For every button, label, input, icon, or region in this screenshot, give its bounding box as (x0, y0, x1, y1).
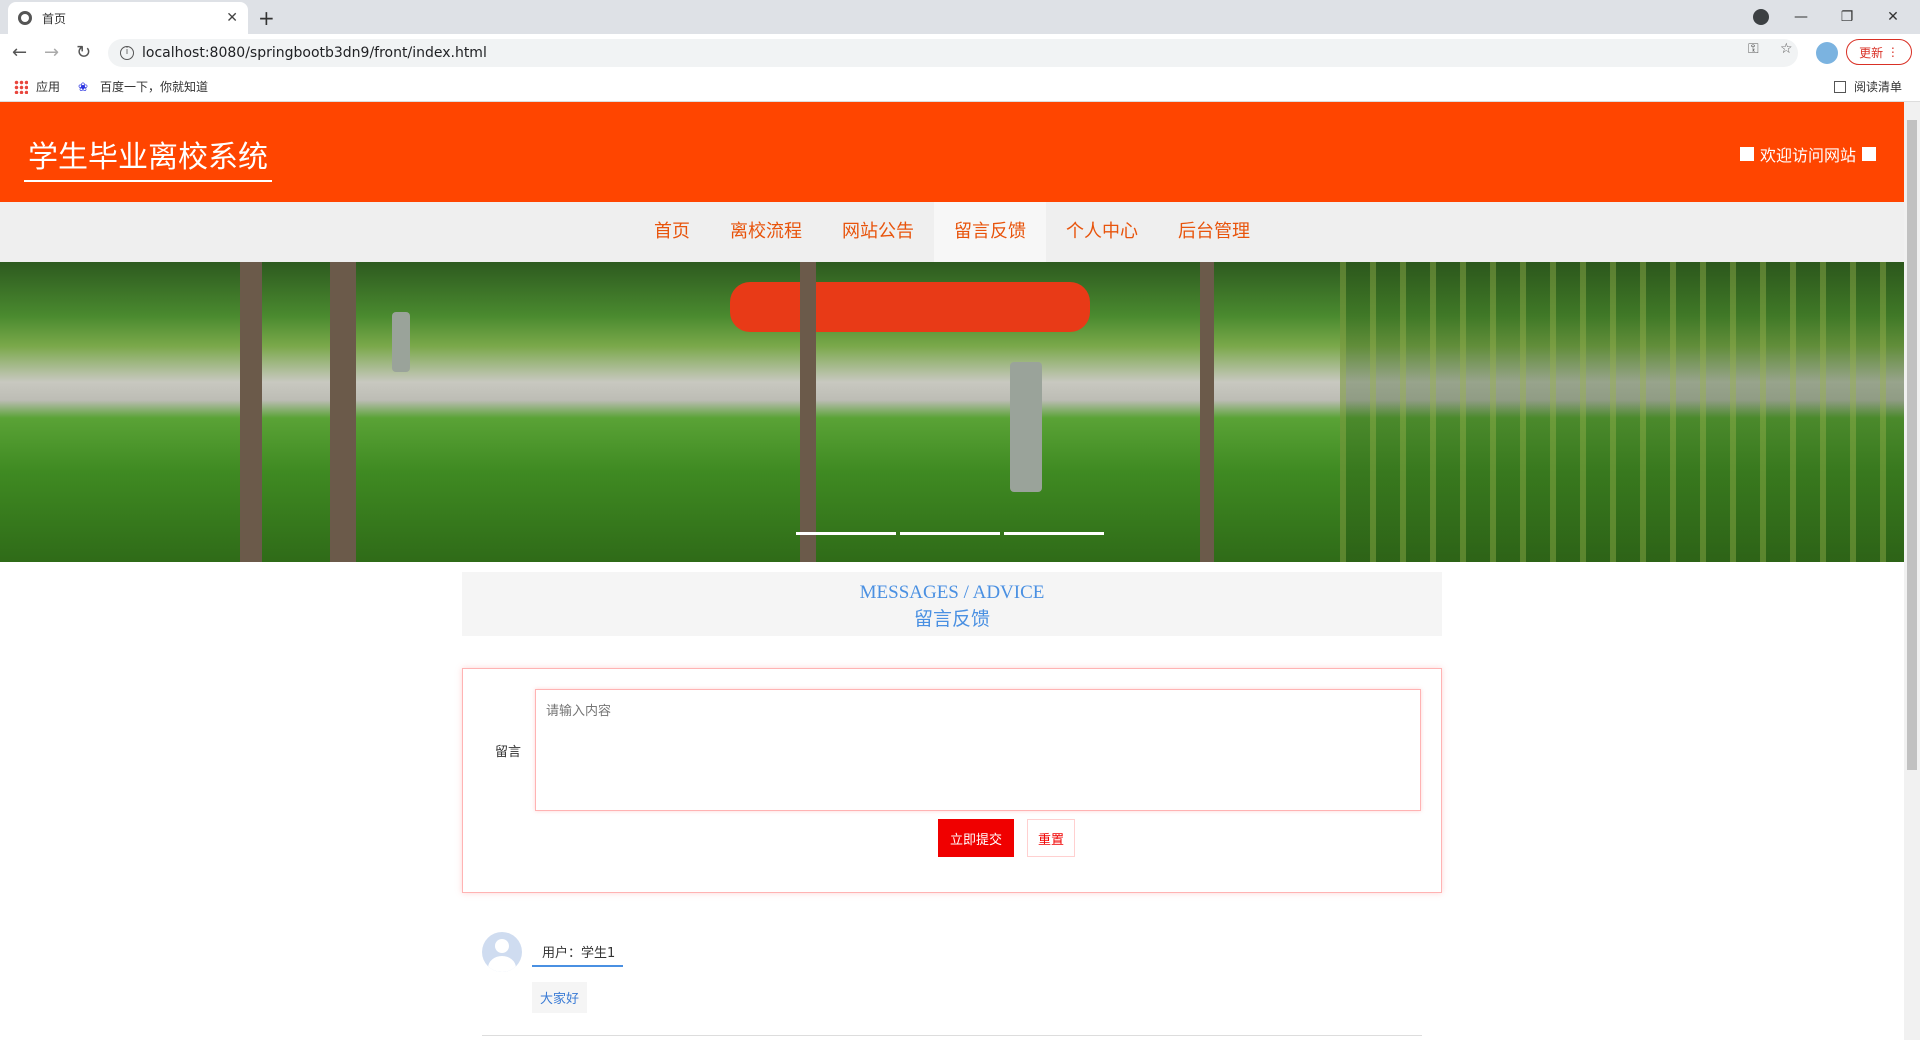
browser-toolbar: ← → ↻ i localhost:8080/springbootb3dn9/f… (0, 34, 1920, 70)
profile-avatar[interactable] (1816, 42, 1838, 64)
forward-icon[interactable]: → (44, 42, 59, 63)
banner-tree (330, 262, 356, 562)
square-icon (1862, 147, 1876, 161)
info-icon[interactable]: i (120, 46, 134, 60)
address-bar[interactable]: i localhost:8080/springbootb3dn9/front/i… (108, 39, 1798, 67)
carousel-dot[interactable] (900, 532, 1000, 535)
reading-list-label: 阅读清单 (1853, 80, 1902, 94)
nav-item-notice[interactable]: 网站公告 (822, 202, 934, 262)
browser-tab-bar: 首页 ✕ + — ❐ ✕ (0, 0, 1920, 34)
tab-title: 首页 (42, 11, 67, 26)
banner-bamboo (1340, 262, 1904, 562)
banner-lamp (392, 312, 410, 372)
message-input[interactable] (535, 689, 1421, 811)
back-icon[interactable]: ← (12, 42, 27, 63)
close-window-button[interactable]: ✕ (1870, 9, 1916, 25)
message-divider (482, 1035, 1422, 1036)
bookmark-apps[interactable]: 应用 (14, 78, 60, 95)
reading-list-icon (1833, 80, 1846, 93)
welcome-banner: 欢迎访问网站 (1734, 142, 1882, 166)
tab-search-icon[interactable] (1753, 9, 1769, 25)
section-title-zh: 留言反馈 (913, 609, 990, 630)
reload-icon[interactable]: ↻ (76, 42, 91, 63)
globe-icon (18, 11, 32, 25)
banner-tree (240, 262, 262, 562)
close-tab-icon[interactable]: ✕ (226, 10, 238, 26)
star-icon[interactable]: ☆ (1780, 41, 1793, 57)
nav-item-admin[interactable]: 后台管理 (1158, 202, 1270, 262)
nav-item-home[interactable]: 首页 (634, 202, 710, 262)
site-header: 学生毕业离校系统 欢迎访问网站 (0, 102, 1904, 202)
browser-tab[interactable]: 首页 ✕ (8, 2, 248, 34)
page-scrollbar[interactable] (1904, 102, 1920, 1040)
section-title: MESSAGES / ADVICE 留言反馈 (462, 572, 1442, 636)
bookmark-baidu[interactable]: ❀ 百度一下，你就知道 (78, 78, 208, 95)
apps-icon (14, 79, 28, 94)
square-icon (1739, 147, 1754, 161)
nav-item-process[interactable]: 离校流程 (710, 202, 822, 262)
scrollbar-thumb[interactable] (1907, 120, 1917, 770)
banner-tree (1200, 262, 1214, 562)
message-user: 用户：学生1 (532, 942, 624, 967)
nav-item-feedback[interactable]: 留言反馈 (934, 202, 1046, 262)
carousel-indicators (796, 532, 1104, 535)
window-controls: — ❐ ✕ (1778, 0, 1916, 34)
restore-button[interactable]: ❐ (1824, 9, 1870, 25)
banner-flowers (730, 282, 1090, 332)
banner-carousel[interactable] (0, 262, 1904, 562)
bookmark-label: 应用 (36, 80, 61, 94)
bookmark-label: 百度一下，你就知道 (100, 80, 209, 94)
main-nav: 首页 离校流程 网站公告 留言反馈 个人中心 后台管理 (0, 202, 1904, 262)
update-button[interactable]: 更新 ⋮ (1846, 39, 1912, 65)
carousel-dot[interactable] (796, 532, 896, 535)
welcome-text: 欢迎访问网站 (1759, 146, 1856, 165)
minimize-button[interactable]: — (1778, 9, 1824, 25)
new-tab-button[interactable]: + (258, 6, 275, 30)
reading-list[interactable]: 阅读清单 (1833, 78, 1902, 95)
message-label: 留言 (495, 745, 522, 760)
message-content: 大家好 (532, 982, 588, 1013)
banner-lamp (1010, 362, 1042, 492)
nav-item-profile[interactable]: 个人中心 (1046, 202, 1158, 262)
baidu-icon: ❀ (78, 79, 89, 94)
section-title-en: MESSAGES / ADVICE (859, 582, 1045, 603)
url-text: localhost:8080/springbootb3dn9/front/ind… (142, 45, 487, 61)
page-content: 学生毕业离校系统 欢迎访问网站 首页 离校流程 网站公告 留言反馈 个人中心 后… (0, 102, 1904, 1040)
message-form: 留言 立即提交 重置 (462, 668, 1442, 893)
reset-button[interactable]: 重置 (1027, 819, 1075, 857)
bookmarks-bar: 应用 ❀ 百度一下，你就知道 阅读清单 (0, 70, 1920, 102)
key-icon[interactable]: ⚿ (1748, 41, 1759, 57)
banner-tree (800, 262, 816, 562)
submit-button[interactable]: 立即提交 (938, 819, 1014, 857)
carousel-dot[interactable] (1004, 532, 1104, 535)
avatar (482, 932, 522, 972)
site-title[interactable]: 学生毕业离校系统 (24, 132, 272, 182)
update-label: 更新 (1859, 45, 1884, 60)
